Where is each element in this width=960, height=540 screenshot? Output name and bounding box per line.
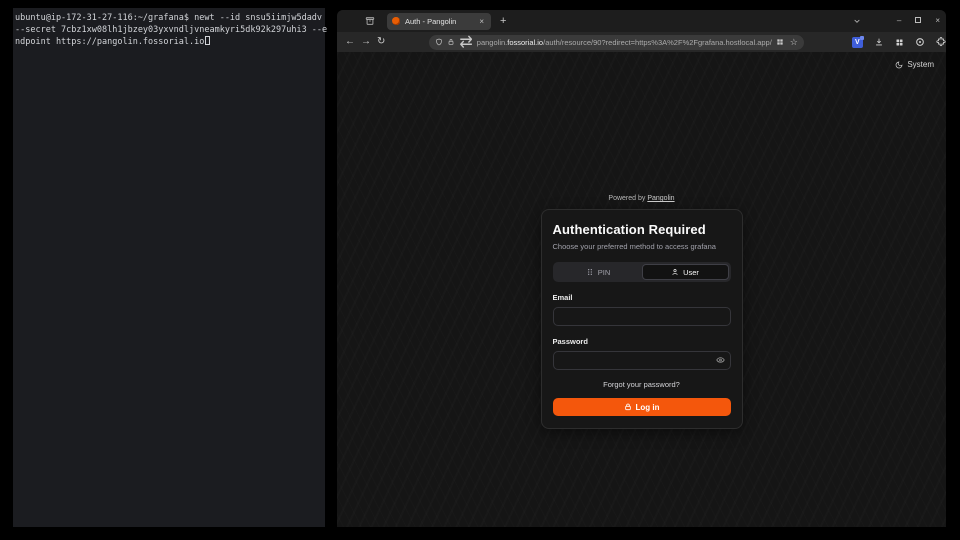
tab-user[interactable]: User [642,264,729,280]
login-button[interactable]: Log in [553,398,731,416]
tab-list-chevron-icon[interactable] [853,17,861,25]
adblock-ring-icon[interactable] [915,37,925,47]
card-title: Authentication Required [553,222,731,237]
https-lock-icon[interactable] [447,38,455,46]
minimize-button[interactable]: – [897,17,901,25]
pangolin-link[interactable]: Pangolin [647,195,674,202]
tracking-shield-icon[interactable] [435,38,443,46]
terminal-cursor [205,36,210,45]
toolbar-icons: V [852,37,946,48]
new-tab-button[interactable]: + [500,15,506,27]
tab-bar: Auth - Pangolin × + – × [337,10,946,32]
auth-card: Authentication Required Choose your pref… [541,209,743,429]
extensions-puzzle-icon[interactable] [936,37,946,47]
terminal-line: --secret 7cbz1xw08lh1jbzey03yxvndljvneam… [15,24,323,36]
navigation-bar: ← → ↻ ⇄ pangolin.fossorial.io/auth/resou… [337,32,946,52]
address-bar[interactable]: ⇄ pangolin.fossorial.io/auth/resource/90… [429,35,803,50]
forgot-password-link[interactable]: Forgot your password? [553,380,731,389]
keypad-icon [586,268,594,276]
lock-icon [624,403,632,411]
theme-toggle-label: System [907,60,934,69]
vimium-extension-icon[interactable]: V [852,37,863,48]
desktop: ubuntu@ip-172-31-27-116:~/grafana$ newt … [0,0,960,540]
powered-by: Powered by Pangolin [541,195,743,202]
page-viewport: System Powered by Pangolin Authenticatio… [337,52,946,527]
browser-tab[interactable]: Auth - Pangolin × [387,13,491,30]
email-field[interactable] [553,307,731,326]
email-label: Email [553,293,731,302]
url-text: pangolin.fossorial.io/auth/resource/90?r… [477,38,772,47]
shortcuts-grid-icon[interactable] [776,38,784,46]
show-password-eye-icon[interactable] [716,356,725,365]
user-icon [671,268,679,276]
terminal-window[interactable]: ubuntu@ip-172-31-27-116:~/grafana$ newt … [13,8,325,527]
theme-toggle[interactable]: System [895,60,934,69]
password-field[interactable] [553,351,731,370]
auth-method-tabs: PIN User [553,262,731,282]
reload-button[interactable]: ↻ [377,37,385,47]
downloads-icon[interactable] [874,37,884,47]
pangolin-favicon [392,17,400,25]
window-controls: – × [853,17,940,25]
apps-grid-icon[interactable] [895,38,904,47]
bookmark-star-icon[interactable]: ☆ [790,37,798,48]
tab-close-icon[interactable]: × [477,17,486,26]
password-label: Password [553,337,731,346]
back-button[interactable]: ← [345,37,355,47]
auth-section: Powered by Pangolin Authentication Requi… [541,195,743,429]
close-window-button[interactable]: × [935,17,940,25]
moon-icon [895,61,903,69]
terminal-line: ndpoint https://pangolin.fossorial.io [15,36,323,48]
browser-window: Auth - Pangolin × + – × ← → ↻ [337,10,946,527]
card-subtitle: Choose your preferred method to access g… [553,242,731,251]
maximize-button[interactable] [915,17,921,25]
tab-pin[interactable]: PIN [555,264,642,280]
forward-button[interactable]: → [361,37,371,47]
terminal-line: ubuntu@ip-172-31-27-116:~/grafana$ newt … [15,12,323,24]
permissions-swap-icon[interactable]: ⇄ [459,32,472,52]
urlbar-actions: ☆ [776,37,798,48]
tab-title: Auth - Pangolin [405,17,477,26]
firefox-view-icon[interactable] [361,13,379,29]
